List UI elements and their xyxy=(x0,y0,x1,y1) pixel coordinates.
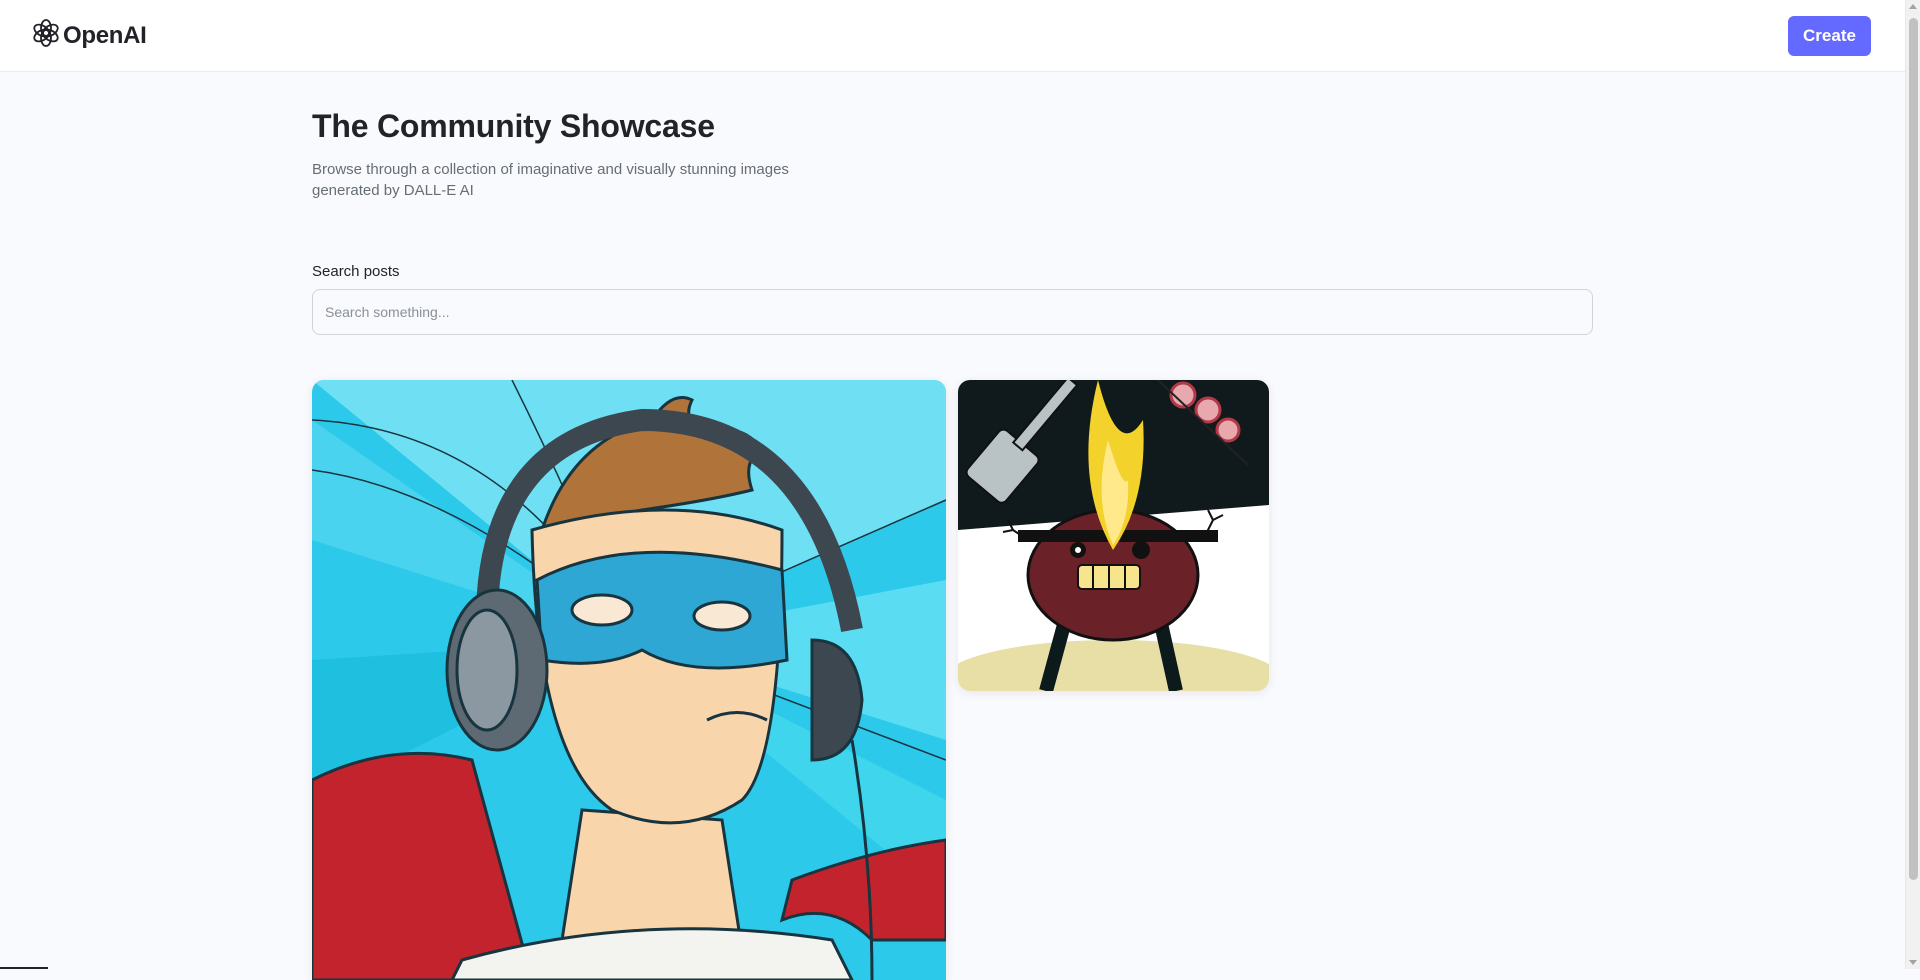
post-card[interactable] xyxy=(958,380,1269,691)
create-button[interactable]: Create xyxy=(1788,15,1871,56)
page-subtitle: Browse through a collection of imaginati… xyxy=(312,161,789,199)
search-input[interactable] xyxy=(312,289,1593,335)
page-scrollbar[interactable] xyxy=(1905,0,1920,969)
scroll-up-arrow-icon[interactable] xyxy=(1909,4,1917,9)
top-nav: OpenAI Create xyxy=(0,0,1905,72)
post-card[interactable] xyxy=(312,380,946,980)
openai-logo[interactable]: OpenAI xyxy=(32,19,147,52)
page-title: The Community Showcase xyxy=(312,108,715,144)
superhero-image xyxy=(312,380,946,980)
scroll-thumb[interactable] xyxy=(1909,18,1918,880)
main-content: The Community Showcase Browse through a … xyxy=(312,72,1593,335)
search-label: Search posts xyxy=(312,263,400,280)
grill-image xyxy=(958,380,1269,691)
openai-knot-icon xyxy=(32,19,60,52)
scroll-down-arrow-icon[interactable] xyxy=(1909,960,1917,965)
logo-text: OpenAI xyxy=(63,21,147,49)
